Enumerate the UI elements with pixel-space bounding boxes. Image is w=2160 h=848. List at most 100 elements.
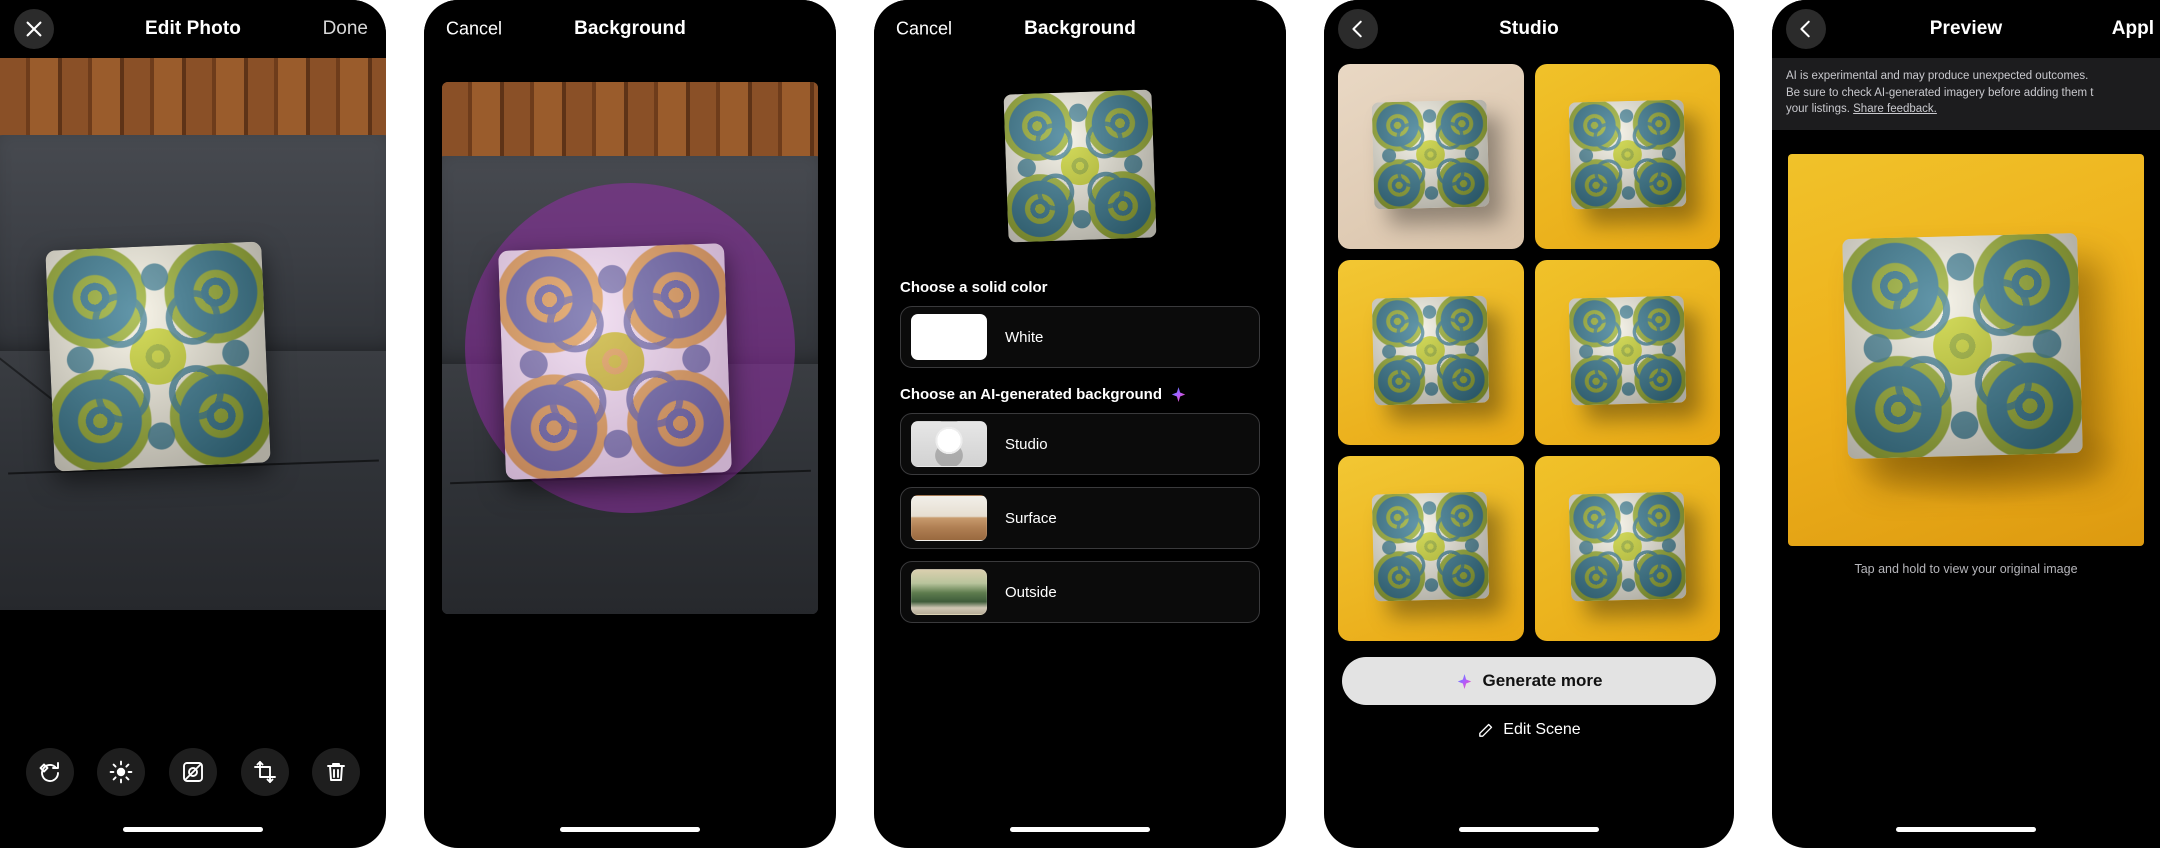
result-pillow <box>1371 491 1490 602</box>
studio-swatch <box>911 421 987 467</box>
chevron-left-icon <box>1795 18 1817 40</box>
background-option-label: Studio <box>1005 435 1048 453</box>
brush-canvas[interactable] <box>442 82 818 614</box>
close-button[interactable] <box>14 9 54 49</box>
background-options-navbar: Cancel Background <box>874 0 1286 58</box>
background-option-surface[interactable]: Surface <box>900 487 1260 549</box>
cancel-button[interactable]: Cancel <box>896 19 952 40</box>
close-button-circle[interactable] <box>14 9 54 49</box>
share-feedback-link[interactable]: Share feedback. <box>1853 103 1937 115</box>
pillow-shading <box>1371 295 1490 406</box>
studio-result-5[interactable] <box>1338 456 1524 641</box>
solid-color-section-title: Choose a solid color <box>900 279 1286 296</box>
sparkle-icon <box>1170 386 1187 403</box>
edit-photo-canvas[interactable] <box>0 58 386 610</box>
pencil-icon <box>1477 722 1494 739</box>
pillow-shading <box>1003 88 1157 243</box>
wood-wall <box>442 82 818 162</box>
disclaimer-line-1: AI is experimental and may produce unexp… <box>1786 70 2089 82</box>
pillow-shading <box>1842 233 2083 459</box>
apply-button[interactable]: Appl <box>2112 18 2154 40</box>
back-button[interactable] <box>1786 9 1826 49</box>
studio-result-1[interactable] <box>1338 64 1524 249</box>
sparkle-icon <box>1456 673 1473 690</box>
outside-swatch <box>911 569 987 615</box>
trash-icon <box>324 760 348 784</box>
generate-more-label: Generate more <box>1482 671 1603 690</box>
product-pillow <box>1003 88 1157 243</box>
brightness-icon <box>109 760 133 784</box>
cancel-button[interactable]: Cancel <box>446 19 502 40</box>
ai-disclaimer: AI is experimental and may produce unexp… <box>1772 58 2160 131</box>
pillow-shading <box>45 241 272 472</box>
panel-preview: Preview Appl AI is experimental and may … <box>1772 0 2160 848</box>
studio-result-3[interactable] <box>1338 260 1524 445</box>
surface-swatch <box>911 495 987 541</box>
result-pillow <box>1371 295 1490 406</box>
crop-icon <box>253 760 277 784</box>
background-tool[interactable] <box>168 748 217 796</box>
home-indicator <box>1896 827 2036 832</box>
studio-result-4[interactable] <box>1534 260 1720 445</box>
result-pillow <box>1568 99 1687 210</box>
generate-more-button[interactable]: Generate more <box>1342 657 1716 705</box>
rotate-icon <box>38 760 62 784</box>
page-title: Background <box>574 18 686 39</box>
background-icon <box>181 760 205 784</box>
preview-caption: Tap and hold to view your original image <box>1854 562 2078 577</box>
background-brush-navbar: Cancel Background <box>424 0 836 58</box>
result-pillow <box>1568 295 1687 406</box>
home-indicator <box>560 827 700 832</box>
background-option-white[interactable]: White <box>900 306 1260 368</box>
pillow-shading <box>1371 491 1490 602</box>
edit-scene-label: Edit Scene <box>1503 721 1581 738</box>
page-title: Preview <box>1929 18 2003 39</box>
panel-background-options: Cancel Background Choose a solid color W… <box>874 0 1286 848</box>
done-button[interactable]: Done <box>323 18 368 40</box>
panel-studio-results: Studio Generate more Edit Scene <box>1324 0 1734 848</box>
product-pillow <box>498 243 732 480</box>
panel-background-brush: Cancel Background <box>424 0 836 848</box>
result-pillow <box>1568 491 1687 602</box>
studio-actions: Generate more Edit Scene <box>1324 641 1734 739</box>
disclaimer-line-2: Be sure to check AI-generated imagery be… <box>1786 86 2094 99</box>
pillow-shading <box>498 243 732 480</box>
solid-color-section-label: Choose a solid color <box>900 279 1048 296</box>
background-option-studio[interactable]: Studio <box>900 413 1260 475</box>
crop-tool[interactable] <box>240 748 289 796</box>
pillow-shading <box>1568 295 1687 406</box>
product-pillow <box>1842 233 2083 459</box>
panel-edit-photo: Edit Photo Done <box>0 0 386 848</box>
edit-scene-button[interactable]: Edit Scene <box>1342 721 1716 739</box>
pillow-shading <box>1568 491 1687 602</box>
studio-results-grid <box>1324 58 1734 641</box>
background-option-label: White <box>1005 328 1044 346</box>
result-pillow <box>1371 99 1490 210</box>
pillow-shading <box>1568 99 1687 210</box>
edit-toolbar <box>0 748 386 796</box>
home-indicator <box>123 827 263 832</box>
preview-navbar: Preview Appl <box>1772 0 2160 58</box>
ai-section-title: Choose an AI-generated background <box>900 386 1286 403</box>
disclaimer-line-3: your listings. <box>1786 103 1850 116</box>
brightness-tool[interactable] <box>97 748 146 796</box>
edit-photo-navbar: Edit Photo Done <box>0 0 386 58</box>
product-pillow <box>45 241 272 472</box>
page-title: Edit Photo <box>145 18 241 39</box>
cutout-preview <box>874 58 1286 273</box>
page-title: Studio <box>1499 18 1559 39</box>
back-button[interactable] <box>1338 9 1378 49</box>
studio-result-2[interactable] <box>1534 64 1720 249</box>
rotate-tool[interactable] <box>25 748 74 796</box>
home-indicator <box>1010 827 1150 832</box>
delete-tool[interactable] <box>312 748 361 796</box>
background-option-label: Surface <box>1005 509 1057 527</box>
home-indicator <box>1459 827 1599 832</box>
pillow-shading <box>1371 99 1490 210</box>
preview-image[interactable] <box>1788 154 2144 547</box>
background-option-outside[interactable]: Outside <box>900 561 1260 623</box>
screenshot-stage: Edit Photo Done Cancel Background Cancel… <box>0 0 2160 848</box>
page-title: Background <box>1024 18 1136 39</box>
white-swatch <box>911 314 987 360</box>
studio-result-6[interactable] <box>1534 456 1720 641</box>
